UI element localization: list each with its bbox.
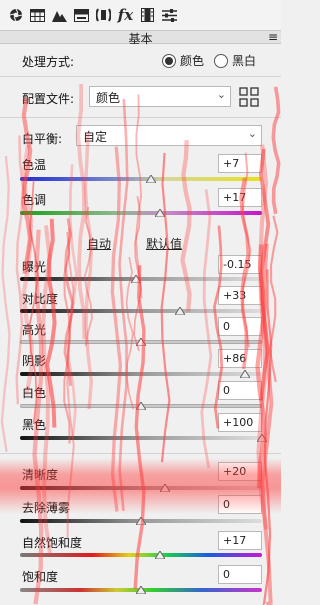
slider-thumb-contrast[interactable] xyxy=(174,307,185,315)
slider-label-tint: 色调 xyxy=(22,193,47,207)
slider-thumb-temp[interactable] xyxy=(145,175,156,183)
value-field-saturation[interactable]: 0 xyxy=(218,565,262,584)
panel-title: 基本 xyxy=(128,32,153,46)
panel-toolbar: fx xyxy=(0,0,281,30)
profile-label: 配置文件: xyxy=(22,92,75,106)
slider-track-vibrance[interactable] xyxy=(20,553,262,557)
chevron-down-icon: ⌄ xyxy=(216,88,226,101)
treatment-color-radio[interactable] xyxy=(162,53,176,68)
profile-select[interactable]: 颜色 ⌄ xyxy=(89,86,231,107)
panel-menu-icon[interactable]: ≡ xyxy=(268,30,278,44)
slider-label-dehaze: 去除薄雾 xyxy=(22,501,71,515)
value-field-contrast[interactable]: +33 xyxy=(218,286,262,305)
value-field-clarity[interactable]: +20 xyxy=(218,462,262,481)
slider-label-temp: 色温 xyxy=(22,158,47,172)
film-icon[interactable] xyxy=(138,4,157,26)
treatment-bw-radio[interactable] xyxy=(214,53,229,68)
red-streak xyxy=(271,86,281,215)
slider-label-clarity: 清晰度 xyxy=(22,468,59,482)
slider-track-temp[interactable] xyxy=(20,177,262,181)
divider xyxy=(0,453,281,454)
grid-table-icon[interactable] xyxy=(28,4,47,26)
slider-thumb-shadows[interactable] xyxy=(240,370,251,378)
red-streak xyxy=(66,164,78,438)
white-balance-select[interactable]: 自定 ⌄ xyxy=(76,125,262,146)
treatment-bw-label[interactable]: 黑白 xyxy=(232,52,256,69)
red-streak xyxy=(133,196,143,352)
divider xyxy=(0,76,281,77)
slider-track-contrast[interactable] xyxy=(20,309,262,313)
white-balance-label: 白平衡: xyxy=(22,132,63,146)
red-streak xyxy=(180,140,192,312)
value-field-temp[interactable]: +7 xyxy=(218,154,262,173)
mountains-icon[interactable] xyxy=(50,4,69,26)
red-streak xyxy=(110,146,123,512)
panel-header: 基本 ≡ xyxy=(0,30,281,46)
split-tone-icon[interactable] xyxy=(72,4,91,26)
value-field-exposure[interactable]: -0.15 xyxy=(218,255,262,274)
sliders-icon[interactable] xyxy=(160,4,179,26)
slider-track-clarity[interactable] xyxy=(20,486,262,490)
value-field-tint[interactable]: +17 xyxy=(218,188,262,207)
slider-thumb-tint[interactable] xyxy=(155,209,166,217)
divider xyxy=(0,117,281,118)
value-field-blacks[interactable]: +100 xyxy=(218,413,262,432)
treatment-color-label[interactable]: 颜色 xyxy=(180,52,204,69)
red-streak xyxy=(260,243,274,605)
red-streak xyxy=(118,99,129,512)
profile-select-value: 颜色 xyxy=(96,91,121,105)
red-streak xyxy=(133,265,146,589)
default-link[interactable]: 默认值 xyxy=(146,235,182,252)
slider-label-highlights: 高光 xyxy=(22,323,47,337)
slider-thumb-clarity[interactable] xyxy=(160,484,171,492)
slider-label-whites: 白色 xyxy=(22,386,47,400)
treatment-radio-group: 颜色 黑白 xyxy=(162,52,262,69)
slider-thumb-exposure[interactable] xyxy=(131,275,142,283)
slider-label-exposure: 曝光 xyxy=(22,260,47,274)
slider-thumb-saturation[interactable] xyxy=(136,586,146,594)
red-streak xyxy=(66,228,75,539)
slider-label-contrast: 对比度 xyxy=(22,292,59,306)
lens-icon[interactable] xyxy=(94,4,113,26)
value-field-dehaze[interactable]: 0 xyxy=(218,495,262,514)
slider-thumb-vibrance[interactable] xyxy=(155,551,166,559)
slider-thumb-dehaze[interactable] xyxy=(136,517,146,525)
red-streak xyxy=(0,155,11,452)
value-field-shadows[interactable]: +86 xyxy=(218,349,262,368)
auto-default-row: 自动 默认值 xyxy=(0,235,281,251)
fx-icon[interactable]: fx xyxy=(116,4,135,26)
red-streak xyxy=(160,152,171,463)
chevron-down-icon: ⌄ xyxy=(247,127,257,140)
value-field-vibrance[interactable]: +17 xyxy=(218,531,262,550)
red-streak xyxy=(200,189,213,468)
red-streak xyxy=(258,148,271,401)
slider-track-shadows[interactable] xyxy=(20,372,262,376)
slider-thumb-blacks[interactable] xyxy=(257,434,267,442)
auto-link[interactable]: 自动 xyxy=(87,235,111,252)
red-streak xyxy=(63,231,71,444)
slider-track-tint[interactable] xyxy=(20,211,262,215)
slider-track-blacks[interactable] xyxy=(20,436,262,440)
slider-label-blacks: 黑色 xyxy=(22,418,47,432)
aperture-icon[interactable] xyxy=(6,4,25,26)
slider-label-saturation: 饱和度 xyxy=(22,570,59,584)
profile-browser-grid-icon[interactable] xyxy=(239,87,259,107)
value-field-highlights[interactable]: 0 xyxy=(218,317,262,336)
slider-thumb-whites[interactable] xyxy=(136,402,146,410)
slider-label-shadows: 阴影 xyxy=(22,354,47,368)
slider-thumb-highlights[interactable] xyxy=(136,338,146,346)
slider-label-vibrance: 自然饱和度 xyxy=(22,536,83,550)
white-balance-select-value: 自定 xyxy=(83,130,108,144)
treatment-label: 处理方式: xyxy=(22,55,75,69)
value-field-whites[interactable]: 0 xyxy=(218,381,262,400)
red-streak xyxy=(83,132,94,410)
